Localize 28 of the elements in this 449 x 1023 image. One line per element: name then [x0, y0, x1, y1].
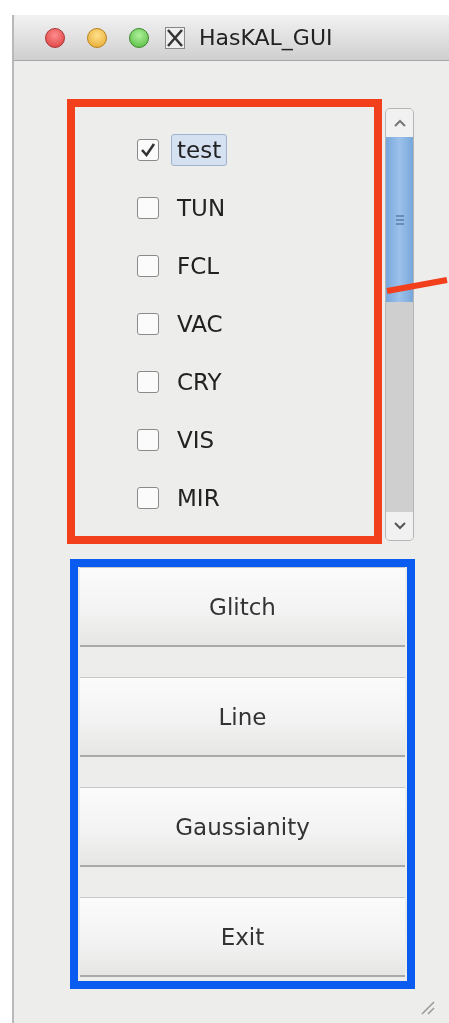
window-title: HasKAL_GUI: [199, 25, 333, 50]
checkbox[interactable]: [137, 255, 159, 277]
resize-grip-icon[interactable]: [419, 999, 435, 1015]
checkbox-label[interactable]: VAC: [171, 308, 229, 340]
x-logo-icon: [165, 26, 185, 49]
checkbox-label[interactable]: FCL: [171, 250, 226, 282]
minimize-icon[interactable]: [87, 27, 107, 48]
scrollbar[interactable]: [385, 108, 414, 541]
checkbox-label[interactable]: test: [171, 134, 228, 166]
checkbox[interactable]: [137, 371, 159, 393]
action-button[interactable]: Gaussianity: [80, 787, 405, 867]
checkbox-label[interactable]: VIS: [171, 424, 221, 456]
action-button[interactable]: Exit: [80, 897, 405, 977]
zoom-icon[interactable]: [129, 27, 149, 48]
checkbox[interactable]: [137, 197, 159, 219]
checkbox[interactable]: [137, 139, 159, 161]
checkbox-label[interactable]: TUN: [171, 192, 232, 224]
checkbox-label[interactable]: MIR: [171, 482, 226, 514]
action-button[interactable]: Glitch: [80, 567, 405, 647]
scroll-up-icon[interactable]: [393, 119, 406, 127]
checkbox[interactable]: [137, 487, 159, 509]
checkbox-label[interactable]: CRY: [171, 366, 228, 398]
checkbox[interactable]: [137, 313, 159, 335]
action-button[interactable]: Line: [80, 677, 405, 757]
scroll-down-icon[interactable]: [393, 522, 406, 530]
grip-icon[interactable]: [395, 212, 404, 227]
close-icon[interactable]: [45, 27, 65, 48]
checkbox[interactable]: [137, 429, 159, 451]
